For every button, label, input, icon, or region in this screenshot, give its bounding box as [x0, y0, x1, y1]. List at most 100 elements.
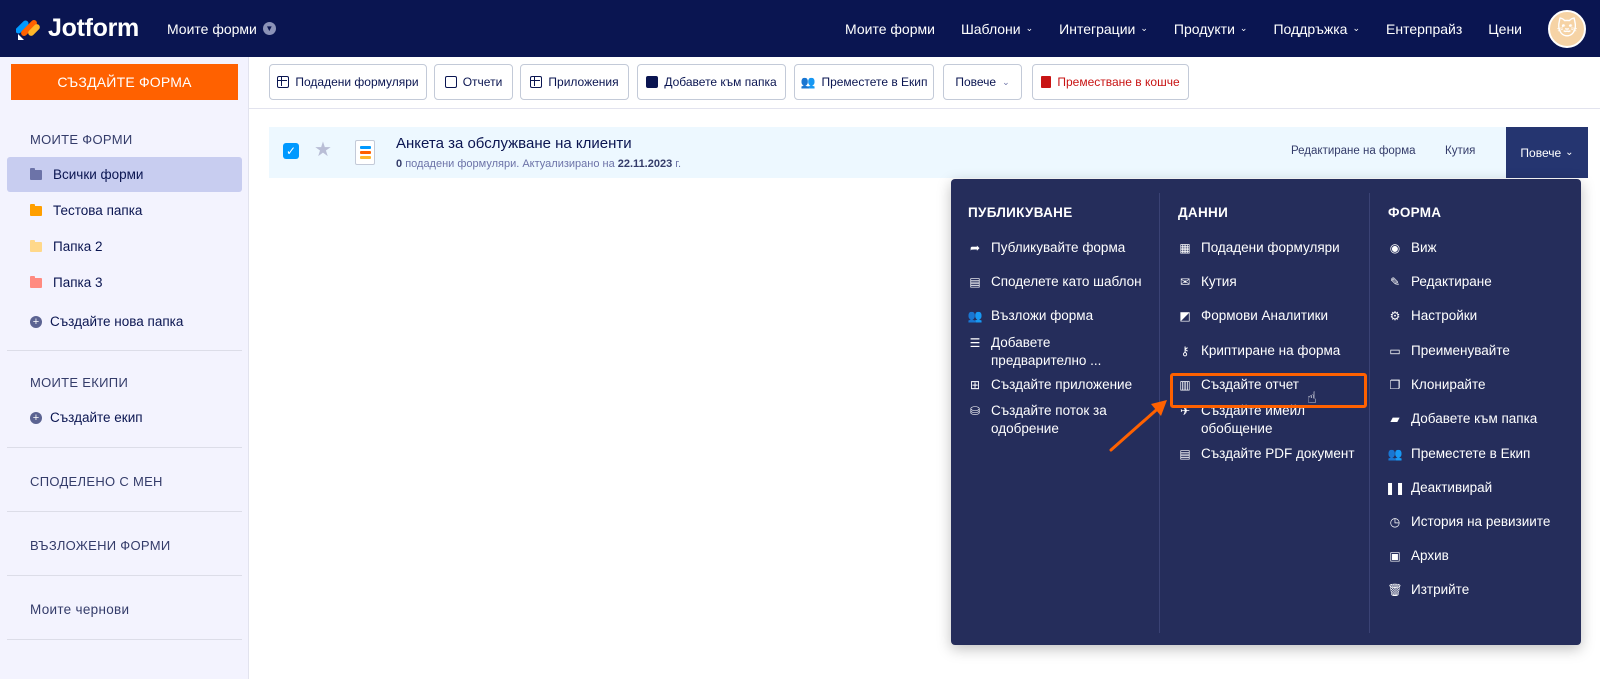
nav-item[interactable]: Моите форми: [845, 21, 935, 37]
menu-item-data[interactable]: ⚷ Криптиране на форма: [1178, 342, 1358, 360]
jotform-logo[interactable]: Jotform: [16, 14, 139, 43]
my-forms-label: Моите форми: [166, 20, 257, 37]
assigned-forms-link[interactable]: ВЪЗЛОЖЕНИ ФОРМИ: [30, 538, 171, 553]
menu-item-data[interactable]: ◩ Формови Аналитики: [1178, 307, 1358, 325]
form-more-dropdown: ПУБЛИКУВАНЕ ДАННИ ФОРМА ➦ Публикувайте фо…: [951, 179, 1581, 645]
menu-item-label: Създайте PDF документ: [1201, 446, 1355, 461]
sidebar-folder-item[interactable]: Тестова папка: [7, 193, 242, 228]
edit-form-link[interactable]: Редактиране на форма: [1291, 145, 1416, 157]
form-select-checkbox[interactable]: ✓: [283, 143, 299, 159]
menu-item-publish[interactable]: ▤ Споделете като шаблон: [968, 273, 1148, 291]
menu-item-label: Добавете към папка: [1411, 411, 1538, 426]
create-form-button[interactable]: СЪЗДАЙТЕ ФОРМА: [11, 64, 238, 100]
app-icon: ⊞: [969, 378, 981, 392]
nav-item-label: Интеграции: [1059, 20, 1136, 37]
menu-item-label: Подадени формуляри: [1201, 240, 1340, 255]
my-drafts-link[interactable]: Моите чернови: [30, 602, 129, 617]
analytics-icon: ◩: [1179, 309, 1191, 323]
nav-item-label: Поддръжка: [1273, 20, 1348, 37]
submissions-button[interactable]: Подадени формуляри: [269, 64, 427, 100]
eye-icon: ◉: [1389, 241, 1401, 255]
logo-text: Jotform: [48, 14, 139, 42]
menu-item-data[interactable]: ✉ Кутия: [1178, 273, 1358, 291]
menu-item-form[interactable]: 👥 Преместете в Екип: [1388, 445, 1568, 463]
share-arrow-icon: ➦: [969, 241, 981, 255]
inbox-link[interactable]: Кутия: [1445, 145, 1475, 157]
menu-item-label: Добавете предварително ...: [991, 335, 1102, 368]
menu-item-form[interactable]: 🗑 Изтрийте: [1387, 581, 1568, 599]
menu-item-publish[interactable]: ☰ Добавете предварително ...: [968, 334, 1148, 370]
nav-item[interactable]: Продукти ⌄: [1174, 21, 1248, 37]
menu-item-form[interactable]: ❚❚ Деактивирай: [1384, 479, 1568, 497]
sidebar-divider: [7, 639, 242, 640]
sidebar-folder-item[interactable]: Папка 3: [7, 265, 242, 300]
nav-item[interactable]: Шаблони ⌄: [961, 21, 1033, 37]
move-to-trash-button[interactable]: Преместване в кошче: [1032, 64, 1189, 100]
nav-item-label: Шаблони: [960, 20, 1021, 37]
folder-label: Всички форми: [53, 167, 144, 182]
table-icon: ▦: [1179, 241, 1191, 255]
apps-button[interactable]: Приложения: [520, 64, 629, 100]
menu-item-form[interactable]: ✎ Редактиране: [1388, 273, 1568, 291]
menu-item-form[interactable]: ◉ Виж: [1388, 239, 1568, 257]
more-dropdown-button[interactable]: Повече ⌄: [943, 64, 1022, 100]
my-teams-header: МОИТЕ ЕКИПИ: [30, 375, 129, 390]
create-folder-label: Създайте нова папка: [50, 314, 184, 329]
reports-button[interactable]: Отчети: [434, 64, 513, 100]
menu-item-label: Създайте приложение: [991, 377, 1133, 392]
menu-item-label: Криптиране на форма: [1201, 343, 1341, 358]
form-meta-text: подадени формуляри. Актуализирано на: [405, 158, 615, 170]
menu-item-publish[interactable]: 👥 Възложи форма: [968, 307, 1148, 325]
menu-item-form[interactable]: ▭ Преименувайте: [1388, 342, 1568, 360]
trash-icon: [1041, 76, 1052, 88]
menu-item-data[interactable]: ▦ Подадени формуляри: [1178, 239, 1358, 257]
nav-item[interactable]: Ентерпрайз: [1386, 21, 1462, 37]
nav-item[interactable]: Цени: [1488, 21, 1522, 37]
star-icon[interactable]: ★: [314, 137, 332, 162]
move-to-team-button[interactable]: 👥 Преместете в Екип: [794, 64, 934, 100]
form-list-item[interactable]: ✓ ★ Анкета за обслужване на клиенти 0 по…: [269, 127, 1588, 178]
menu-item-form[interactable]: ◷ История на ревизиите: [1388, 513, 1568, 531]
menu-item-label: Изтрийте: [1411, 582, 1470, 597]
nav-item[interactable]: Поддръжка ⌄: [1273, 21, 1360, 37]
user-avatar[interactable]: 🐱: [1548, 9, 1586, 48]
apps-label: Приложения: [548, 75, 619, 89]
menu-item-form[interactable]: ❐ Клонирайте: [1388, 376, 1568, 394]
nav-item[interactable]: Интеграции ⌄: [1059, 21, 1148, 37]
top-navbar: Jotform Моите форми ▼ Моите форми Шаблони…: [0, 0, 1600, 57]
chevron-down-icon: ▼: [262, 22, 276, 35]
move-to-trash-label: Преместване в кошче: [1057, 75, 1180, 89]
menu-item-data[interactable]: ▤ Създайте PDF документ: [1178, 445, 1358, 463]
chevron-down-icon: ⌄: [1140, 23, 1148, 33]
sidebar-folder-item[interactable]: Папка 2: [7, 229, 242, 264]
create-team-button[interactable]: + Създайте екип: [7, 400, 242, 435]
create-folder-button[interactable]: + Създайте нова папка: [7, 304, 242, 339]
menu-item-publish[interactable]: ⊞ Създайте приложение: [968, 376, 1148, 394]
menu-item-label: Публикувайте форма: [991, 240, 1126, 255]
menu-item-form[interactable]: ▣ Архив: [1388, 547, 1568, 565]
menu-item-form[interactable]: ▰ Добавете към папка: [1388, 410, 1568, 428]
menu-item-label: Преименувайте: [1411, 343, 1510, 358]
forms-toolbar: Подадени формуляри Отчети Приложения Доб…: [249, 57, 1600, 109]
pause-icon: ❚❚: [1384, 481, 1406, 495]
folder-label: Тестова папка: [53, 203, 143, 218]
add-to-folder-button[interactable]: Добавете към папка: [637, 64, 786, 100]
my-forms-header: МОИТЕ ФОРМИ: [30, 132, 133, 147]
rename-icon: ▭: [1389, 344, 1401, 358]
menu-item-publish[interactable]: ➦ Публикувайте форма: [968, 239, 1148, 257]
nav-item-label: Ентерпрайз: [1386, 20, 1463, 37]
menu-item-form[interactable]: ⚙ Настройки: [1388, 307, 1568, 325]
nav-menu: Моите форми Шаблони ⌄ Интеграции ⌄ Продукти ⌄ П…: [845, 0, 1600, 57]
menu-item-label: Настройки: [1411, 308, 1478, 323]
sidebar-divider: [7, 350, 242, 351]
sidebar-divider: [7, 511, 242, 512]
my-forms-switcher[interactable]: Моите форми ▼: [167, 21, 276, 37]
folder-plus-icon: [646, 76, 659, 88]
approval-flow-icon: ⛁: [969, 404, 981, 418]
sidebar-folder-item[interactable]: Всички форми: [7, 157, 242, 192]
form-title[interactable]: Анкета за обслужване на клиенти: [396, 135, 632, 152]
arrow-annotation: [1109, 400, 1167, 452]
team-icon: 👥: [800, 75, 816, 89]
shared-with-me-link[interactable]: СПОДЕЛЕНО С МЕН: [30, 474, 163, 489]
form-more-button[interactable]: Повече ⌄: [1506, 127, 1588, 178]
